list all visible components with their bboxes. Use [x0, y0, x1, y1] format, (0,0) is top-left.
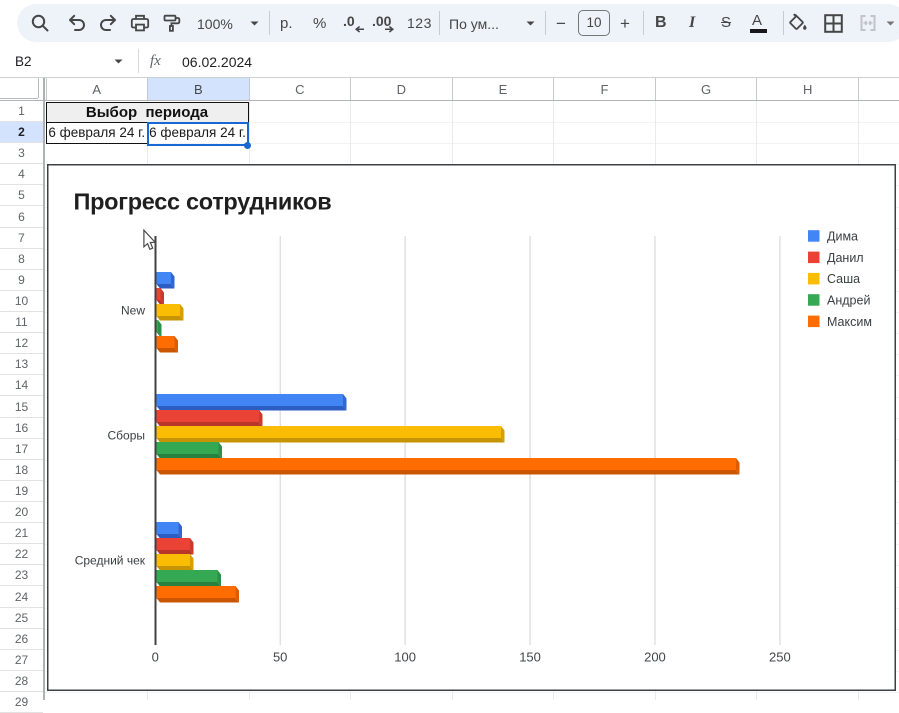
svg-text:Саша: Саша [827, 272, 860, 286]
svg-text:Прогресс сотрудников: Прогресс сотрудников [74, 189, 332, 215]
svg-text:New: New [121, 304, 145, 318]
svg-text:Данил: Данил [827, 251, 864, 265]
svg-text:150: 150 [519, 650, 541, 665]
svg-text:0: 0 [152, 650, 159, 665]
svg-text:Андрей: Андрей [827, 294, 870, 308]
svg-text:200: 200 [644, 650, 666, 665]
svg-text:Максим: Максим [827, 315, 872, 329]
svg-text:Дима: Дима [827, 230, 858, 244]
svg-text:50: 50 [273, 650, 287, 665]
svg-text:250: 250 [769, 650, 791, 665]
svg-text:Средний чек: Средний чек [75, 554, 146, 568]
svg-text:100: 100 [394, 650, 416, 665]
svg-text:Сборы: Сборы [107, 429, 145, 443]
